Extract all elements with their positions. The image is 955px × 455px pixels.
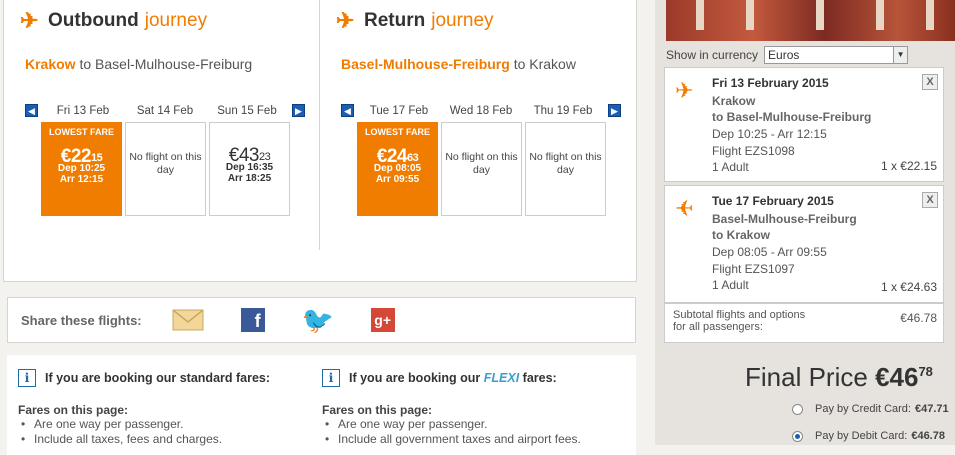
route-to: to Basel-Mulhouse-Freiburg: [79, 56, 253, 72]
outbound-title: ✈ Outbound journey: [20, 10, 207, 32]
booking-summary-sidebar: Show in currency Euros ▼ ✈ Fri 13 Februar…: [655, 0, 955, 445]
prev-day-arrow-icon[interactable]: ◀: [25, 104, 38, 117]
outbound-route: Krakow to Basel-Mulhouse-Freiburg: [25, 56, 252, 72]
pay-debit-option[interactable]: Pay by Debit Card: €46.78: [792, 430, 945, 442]
return-title-accent: journey: [431, 10, 494, 31]
currency-row: Show in currency Euros ▼: [666, 44, 944, 65]
fares-label: Fares on this page:: [322, 403, 433, 417]
info-heading: If you are booking our: [349, 371, 481, 385]
day-label: Thu 19 Feb: [533, 104, 593, 117]
destination-photo: [666, 0, 955, 41]
fare-card-no-flight: No flight on this day: [125, 122, 206, 216]
day-label: Tue 17 Feb: [369, 104, 429, 117]
flexi-label: FLEXI: [483, 371, 520, 385]
plane-icon: ✈: [675, 196, 694, 221]
outbound-fare-cards: LOWEST FARE €2215 Dep 10:25 Arr 12:15 No…: [41, 122, 290, 216]
fare-info-panel: i If you are booking our standard fares: …: [7, 355, 636, 455]
fare-card[interactable]: €4323 Dep 16:35 Arr 18:25: [209, 122, 290, 216]
remove-segment-close-icon[interactable]: X: [922, 192, 938, 208]
fare-price: €2463: [376, 146, 419, 167]
info-heading: If you are booking our standard fares:: [45, 371, 271, 385]
prev-day-arrow-icon[interactable]: ◀: [341, 104, 354, 117]
twitter-icon[interactable]: 🐦: [301, 305, 333, 335]
return-column: ✈ Return journey Basel-Mulhouse-Freiburg…: [319, 0, 637, 250]
info-icon: i: [322, 369, 340, 387]
summary-segment-outbound: ✈ Fri 13 February 2015 Krakow to Basel-Mu…: [664, 67, 944, 182]
fare-card-no-flight: No flight on this day: [525, 122, 606, 216]
segment-date: Tue 17 February 2015: [712, 194, 834, 208]
segment-date: Fri 13 February 2015: [712, 76, 829, 90]
standard-fares-info: i If you are booking our standard fares: …: [18, 369, 270, 447]
return-day-nav: ◀ Tue 17 Feb Wed 18 Feb Thu 19 Feb ▶: [341, 104, 621, 117]
lowest-fare-badge: LOWEST FARE: [49, 127, 114, 137]
info-icon: i: [18, 369, 36, 387]
segment-price: 1 x €22.15: [880, 159, 937, 173]
arr-time: Arr 09:55: [375, 174, 420, 185]
currency-label: Show in currency: [666, 47, 759, 62]
subtotal-amount: €46.78: [900, 311, 937, 325]
next-day-arrow-icon[interactable]: ▶: [292, 104, 305, 117]
route-from: Krakow: [25, 56, 76, 72]
plane-icon: ✈: [20, 8, 39, 33]
fare-card-selected[interactable]: LOWEST FARE €2463 Dep 08:05 Arr 09:55: [357, 122, 438, 216]
next-day-arrow-icon[interactable]: ▶: [608, 104, 621, 117]
outbound-title-accent: journey: [144, 10, 208, 31]
google-plus-icon[interactable]: g+: [367, 307, 399, 333]
fare-bullets: Are one way per passenger. Include all g…: [322, 417, 581, 447]
flexi-fares-info: i If you are booking our FLEXI fares: Far…: [322, 369, 581, 447]
return-fare-cards: LOWEST FARE €2463 Dep 08:05 Arr 09:55 No…: [357, 122, 606, 216]
dep-time: Dep 08:05: [373, 163, 422, 174]
fare-price: €2215: [60, 146, 103, 167]
dep-time: Dep 16:35: [225, 162, 274, 173]
share-bar: Share these flights: f 🐦 g+: [7, 297, 636, 343]
fare-card-no-flight: No flight on this day: [441, 122, 522, 216]
arr-time: Arr 12:15: [59, 174, 104, 185]
subtotal-label: Subtotal flights and options: [673, 309, 806, 321]
segment-route: Basel-Mulhouse-Freiburg to Krakow: [712, 212, 857, 242]
day-label: Sun 15 Feb: [217, 104, 277, 117]
list-item: Are one way per passenger.: [18, 417, 270, 432]
segment-price: 1 x €24.63: [880, 280, 937, 294]
pay-credit-option[interactable]: Pay by Credit Card: €47.71: [792, 403, 949, 415]
final-price: Final Price €4678: [745, 362, 933, 392]
subtotal-row: Subtotal flights and options for all pas…: [664, 303, 944, 343]
list-item: Are one way per passenger.: [322, 417, 581, 432]
fares-label: Fares on this page:: [18, 403, 129, 417]
segment-details: Dep 10:25 - Arr 12:15 Flight EZS1098 1 A…: [712, 127, 827, 174]
route-from: Basel-Mulhouse-Freiburg: [341, 56, 510, 72]
return-route: Basel-Mulhouse-Freiburg to Krakow: [341, 56, 576, 72]
segment-route: Krakow to Basel-Mulhouse-Freiburg: [712, 94, 872, 124]
outbound-title-text: Outbound: [48, 10, 139, 31]
day-label: Sat 14 Feb: [136, 104, 194, 117]
plane-icon: ✈: [675, 78, 694, 103]
day-label: Wed 18 Feb: [449, 104, 513, 117]
outbound-day-nav: ◀ Fri 13 Feb Sat 14 Feb Sun 15 Feb ▶: [25, 104, 305, 117]
return-title-text: Return: [364, 10, 426, 31]
lowest-fare-badge: LOWEST FARE: [365, 127, 430, 137]
arr-time: Arr 18:25: [227, 173, 272, 184]
info-heading-suffix: fares:: [522, 371, 557, 385]
email-icon[interactable]: [172, 307, 204, 333]
outbound-column: ✈ Outbound journey Krakow to Basel-Mulho…: [4, 0, 319, 250]
chevron-down-icon: ▼: [893, 46, 908, 63]
day-label: Fri 13 Feb: [56, 104, 110, 117]
subtotal-label: for all passengers:: [673, 321, 763, 333]
plane-icon: ✈: [336, 8, 355, 33]
return-title: ✈ Return journey: [336, 10, 494, 32]
radio-button-selected[interactable]: [792, 430, 803, 442]
segment-details: Dep 08:05 - Arr 09:55 Flight EZS1097 1 A…: [712, 245, 827, 292]
remove-segment-close-icon[interactable]: X: [922, 74, 938, 90]
currency-select[interactable]: Euros ▼: [764, 45, 909, 64]
dep-time: Dep 10:25: [57, 163, 106, 174]
route-to: to Krakow: [513, 56, 576, 72]
flight-selection-panel: ✈ Outbound journey Krakow to Basel-Mulho…: [3, 0, 637, 282]
summary-segment-return: ✈ Tue 17 February 2015 Basel-Mulhouse-Fr…: [664, 185, 944, 303]
fare-price: €4323: [228, 145, 271, 166]
fare-card-selected[interactable]: LOWEST FARE €2215 Dep 10:25 Arr 12:15: [41, 122, 122, 216]
radio-button[interactable]: [792, 403, 803, 415]
facebook-icon[interactable]: f: [237, 307, 269, 333]
share-label: Share these flights:: [21, 312, 142, 328]
fare-bullets: Are one way per passenger. Include all t…: [18, 417, 270, 447]
